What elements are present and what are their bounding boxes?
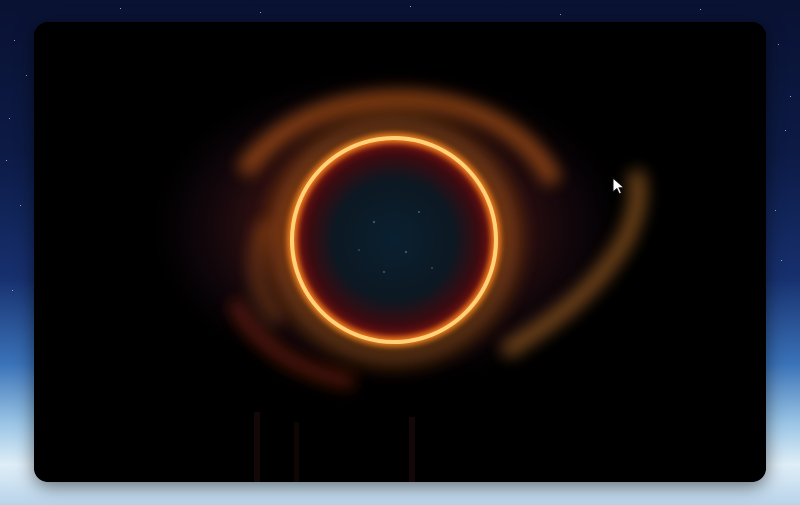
arrow-cursor-icon	[612, 177, 625, 195]
app-window[interactable]	[34, 22, 766, 482]
eclipse-artwork	[34, 22, 766, 482]
desktop-background	[0, 0, 800, 505]
